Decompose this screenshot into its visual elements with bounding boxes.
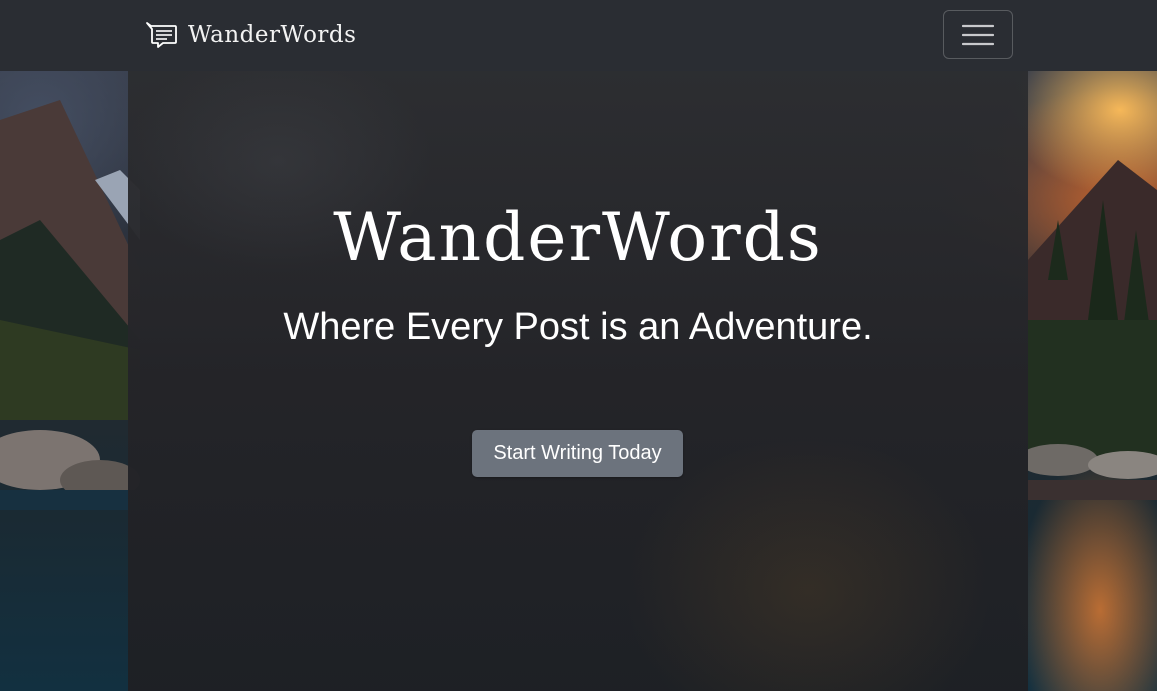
chat-lines-icon [146,22,177,48]
hamburger-menu-icon [962,24,994,45]
brand-link[interactable]: WanderWords [145,18,356,52]
hero-subtitle: Where Every Post is an Adventure. [283,306,873,348]
top-navbar: WanderWords [0,0,1157,71]
hero-title: WanderWords [333,199,823,276]
start-writing-button[interactable]: Start Writing Today [472,430,683,477]
mountain-right-scenery [1028,160,1157,460]
rocks-right-scenery [1028,444,1157,500]
rocks-left-scenery [0,430,140,510]
brand-name: WanderWords [188,22,357,48]
hero-section: WanderWords Where Every Post is an Adven… [128,71,1028,691]
menu-toggle-button[interactable] [943,10,1013,59]
mountain-left-scenery [0,100,140,420]
